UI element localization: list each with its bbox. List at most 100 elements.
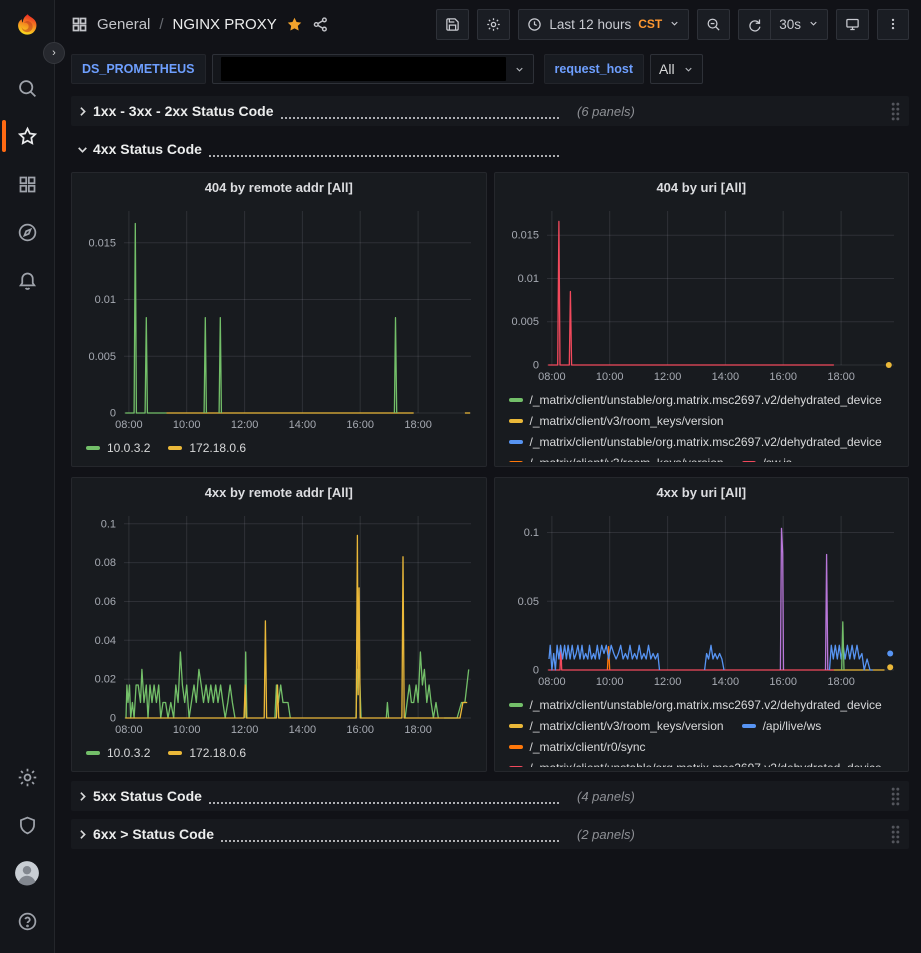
legend-label: /_matrix/client/unstable/org.matrix.msc2… xyxy=(530,435,882,449)
share-icon[interactable] xyxy=(312,16,329,33)
datasource-variable-select[interactable] xyxy=(212,54,534,84)
legend-item[interactable]: /_matrix/client/unstable/org.matrix.msc2… xyxy=(509,757,882,767)
breadcrumb-dashboard-title[interactable]: NGINX PROXY xyxy=(173,16,277,33)
legend-item[interactable]: 10.0.3.2 xyxy=(86,743,150,764)
svg-text:08:00: 08:00 xyxy=(538,676,566,688)
refresh-interval-button[interactable]: 30s xyxy=(770,9,828,40)
legend-label: /_matrix/client/unstable/org.matrix.msc2… xyxy=(530,761,882,768)
sidebar-item-alerting[interactable] xyxy=(0,256,54,304)
legend-label: /_matrix/client/v3/room_keys/version xyxy=(530,456,724,463)
sidebar-item-starred[interactable] xyxy=(0,112,54,160)
breadcrumb-folder[interactable]: General xyxy=(97,16,150,33)
panel-title[interactable]: 4xx by uri [All] xyxy=(503,478,901,506)
legend-item[interactable]: 172.18.0.6 xyxy=(168,743,246,764)
favorite-star-icon[interactable] xyxy=(286,16,303,33)
dashboard-row-header[interactable]: 6xx > Status Code(2 panels) xyxy=(71,819,909,849)
time-series-chart[interactable]: 08:0010:0012:0014:0016:0018:000.0150.010… xyxy=(80,201,478,434)
search-icon xyxy=(17,78,38,99)
svg-text:08:00: 08:00 xyxy=(115,724,143,736)
grafana-app: › General / NGINX PROXY xyxy=(0,0,921,953)
more-options-kebab-button[interactable] xyxy=(877,9,909,40)
sidebar-item-dashboards[interactable] xyxy=(0,160,54,208)
time-series-chart[interactable]: 08:0010:0012:0014:0016:0018:000.0150.010… xyxy=(503,201,901,386)
panel-legend: /_matrix/client/unstable/org.matrix.msc2… xyxy=(503,386,901,462)
zoom-out-time-button[interactable] xyxy=(697,9,730,40)
row-drag-grip-icon[interactable] xyxy=(890,787,901,806)
angle-right-icon xyxy=(71,828,93,841)
grafana-logo-icon[interactable] xyxy=(12,12,42,42)
dashboard-navbar: General / NGINX PROXY La xyxy=(55,0,921,48)
svg-text:0.01: 0.01 xyxy=(517,273,538,285)
panel-grid: 404 by remote addr [All]08:0010:0012:001… xyxy=(71,172,909,772)
apps-icon xyxy=(17,174,38,195)
legend-label: /api/live/ws xyxy=(763,719,822,733)
svg-text:0.05: 0.05 xyxy=(517,596,538,608)
gear-icon xyxy=(17,767,38,788)
legend-item[interactable]: /_matrix/client/unstable/org.matrix.msc2… xyxy=(509,389,882,410)
datasource-variable: DS_PROMETHEUS xyxy=(71,54,534,84)
legend-label: /_matrix/client/v3/room_keys/version xyxy=(530,719,724,733)
svg-text:0.015: 0.015 xyxy=(511,230,539,242)
legend-swatch xyxy=(168,751,182,755)
legend-item[interactable]: /_matrix/client/unstable/org.matrix.msc2… xyxy=(509,694,882,715)
legend-label: 10.0.3.2 xyxy=(107,441,150,455)
variables-bar: DS_PROMETHEUS request_host All xyxy=(55,48,921,94)
angle-right-icon xyxy=(71,790,93,803)
dashboard-grid-icon[interactable] xyxy=(71,16,88,33)
panel-title[interactable]: 4xx by remote addr [All] xyxy=(80,478,478,506)
svg-text:0.015: 0.015 xyxy=(88,237,116,249)
time-range-picker[interactable]: Last 12 hours CST xyxy=(518,9,689,40)
dashboard-settings-button[interactable] xyxy=(477,9,510,40)
sidebar-item-help[interactable] xyxy=(0,897,54,945)
dashboard-row-header[interactable]: 1xx - 3xx - 2xx Status Code(6 panels) xyxy=(71,96,909,126)
bell-icon xyxy=(17,270,38,291)
request-host-variable-label[interactable]: request_host xyxy=(544,54,645,84)
panel-legend: /_matrix/client/unstable/org.matrix.msc2… xyxy=(503,691,901,767)
row-title: 6xx > Status Code xyxy=(93,826,214,842)
svg-text:10:00: 10:00 xyxy=(595,676,623,688)
datasource-variable-label[interactable]: DS_PROMETHEUS xyxy=(71,54,206,84)
row-dotted-leader xyxy=(209,789,559,804)
legend-item[interactable]: /api/live/ws xyxy=(742,715,822,736)
cycle-view-mode-button[interactable] xyxy=(836,9,869,40)
row-dotted-leader xyxy=(281,104,559,119)
panel: 4xx by remote addr [All]08:0010:0012:001… xyxy=(71,477,487,772)
time-series-chart[interactable]: 08:0010:0012:0014:0016:0018:000.10.050 xyxy=(503,506,901,691)
legend-swatch xyxy=(742,461,756,463)
svg-text:12:00: 12:00 xyxy=(231,724,259,736)
legend-item[interactable]: /sw.js xyxy=(742,452,792,462)
panel-title[interactable]: 404 by remote addr [All] xyxy=(80,173,478,201)
legend-item[interactable]: /_matrix/client/unstable/org.matrix.msc2… xyxy=(509,431,882,452)
sidebar-item-server-admin[interactable] xyxy=(0,801,54,849)
svg-text:0.1: 0.1 xyxy=(523,527,538,539)
row-drag-grip-icon[interactable] xyxy=(890,102,901,121)
sidebar-item-search[interactable] xyxy=(0,64,54,112)
sidebar-item-profile[interactable] xyxy=(0,849,54,897)
legend-item[interactable]: 172.18.0.6 xyxy=(168,438,246,459)
time-series-chart[interactable]: 08:0010:0012:0014:0016:0018:000.10.080.0… xyxy=(80,506,478,739)
legend-item[interactable]: /_matrix/client/v3/room_keys/version xyxy=(509,715,724,736)
panel: 404 by uri [All]08:0010:0012:0014:0016:0… xyxy=(494,172,910,467)
legend-item[interactable]: /_matrix/client/r0/sync xyxy=(509,736,646,757)
svg-text:0.005: 0.005 xyxy=(511,316,539,328)
legend-item[interactable]: /_matrix/client/v3/room_keys/version xyxy=(509,410,724,431)
panel-title[interactable]: 404 by uri [All] xyxy=(503,173,901,201)
sidebar-item-configuration[interactable] xyxy=(0,753,54,801)
sidebar-item-explore[interactable] xyxy=(0,208,54,256)
save-dashboard-button[interactable] xyxy=(436,9,469,40)
sidebar: › xyxy=(0,0,55,953)
timezone-label: CST xyxy=(638,17,662,31)
request-host-variable-select[interactable]: All xyxy=(650,54,703,84)
navbar-actions: Last 12 hours CST 30s xyxy=(436,9,909,40)
row-drag-grip-icon[interactable] xyxy=(890,825,901,844)
shield-icon xyxy=(17,815,38,836)
legend-item[interactable]: 10.0.3.2 xyxy=(86,438,150,459)
dashboard-row-header[interactable]: 4xx Status Code xyxy=(71,134,909,164)
legend-label: 172.18.0.6 xyxy=(189,746,246,760)
legend-item[interactable]: /_matrix/client/v3/room_keys/version xyxy=(509,452,724,462)
dashboard-row-header[interactable]: 5xx Status Code(4 panels) xyxy=(71,781,909,811)
svg-text:0: 0 xyxy=(110,713,116,725)
refresh-button[interactable] xyxy=(738,9,770,40)
legend-swatch xyxy=(509,703,523,707)
sidebar-expand-button[interactable]: › xyxy=(43,42,65,64)
